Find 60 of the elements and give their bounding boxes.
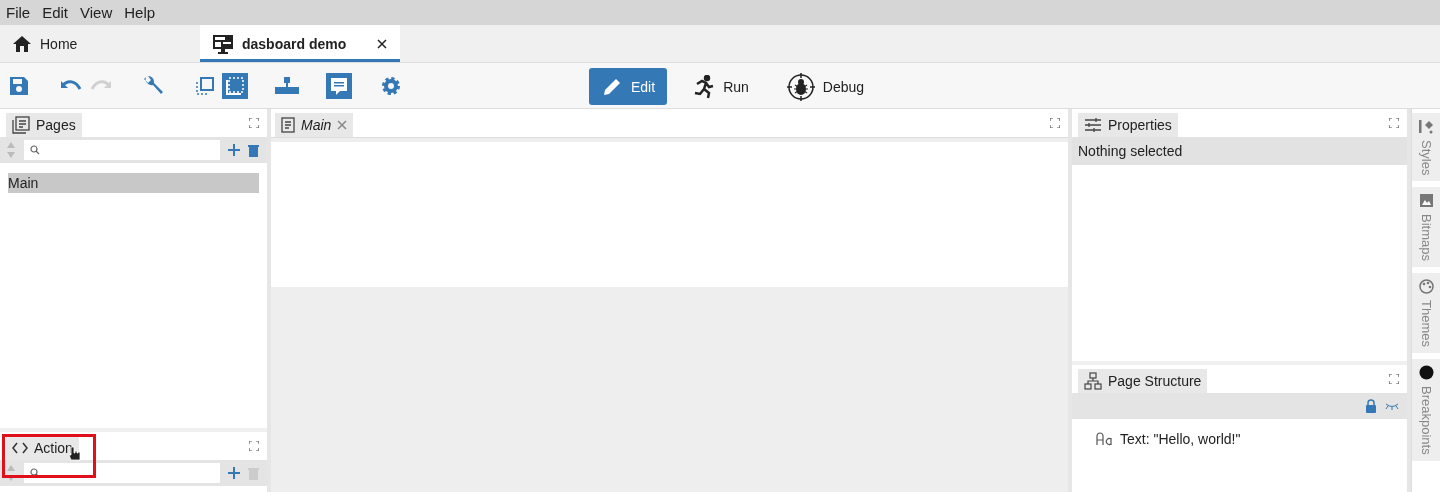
selection-frame-button[interactable]: [222, 72, 248, 99]
pages-icon: [12, 116, 30, 134]
maximize-icon[interactable]: [1389, 118, 1399, 128]
monitor-icon: [212, 33, 234, 54]
code-icon: [12, 442, 28, 454]
search-icon: [30, 145, 40, 155]
panel-title: Properties: [1108, 117, 1172, 133]
page-icon: [281, 117, 295, 133]
status-message: Nothing selected: [1072, 137, 1407, 165]
menu-item[interactable]: Edit: [42, 4, 69, 21]
mode-button[interactable]: Debug: [774, 68, 877, 105]
list-item[interactable]: Main: [8, 173, 259, 193]
maximize-icon[interactable]: [249, 441, 259, 451]
tree-item[interactable]: Text: "Hello, world!": [1120, 431, 1241, 447]
panel-title: Action: [34, 440, 73, 456]
panel-tab[interactable]: Page Structure: [1078, 369, 1208, 393]
text-type-icon: [1096, 432, 1114, 446]
maximize-icon[interactable]: [249, 118, 259, 128]
panel-title: Pages: [36, 117, 76, 133]
home-icon: [12, 34, 32, 53]
selection-frame-icon: [226, 76, 244, 95]
panel-tab[interactable]: Pages: [6, 113, 82, 137]
delete-icon[interactable]: [248, 143, 259, 157]
tab[interactable]: dasboard demo: [200, 25, 400, 62]
panel-title: Page Structure: [1108, 373, 1202, 389]
tab[interactable]: Home: [0, 25, 200, 62]
hierarchy-icon: [275, 76, 299, 95]
maximize-icon[interactable]: [1389, 374, 1399, 384]
search-field[interactable]: [24, 140, 220, 160]
menu-item[interactable]: View: [80, 4, 113, 21]
maximize-icon[interactable]: [1050, 118, 1060, 128]
search-icon: [30, 468, 40, 478]
mode-button[interactable]: Edit: [589, 68, 668, 105]
lock-icon[interactable]: [1365, 399, 1377, 413]
save-icon: [9, 75, 29, 96]
bug-target-icon: [786, 72, 815, 101]
wrench-icon: [142, 74, 164, 97]
palette-icon: [1418, 279, 1434, 295]
comment-button[interactable]: [326, 72, 352, 99]
tree-icon: [1084, 372, 1102, 390]
menu-item[interactable]: Help: [124, 4, 156, 21]
add-icon[interactable]: [228, 467, 240, 479]
editor-tab[interactable]: Main: [275, 113, 354, 137]
dot-icon: [1418, 365, 1434, 381]
running-figure-icon: [693, 74, 716, 99]
selection-outline-icon: [196, 76, 214, 95]
search-field[interactable]: [24, 463, 220, 483]
sort-icon: [6, 141, 16, 159]
sliders-icon: [1084, 117, 1102, 133]
panel-tab[interactable]: Properties: [1078, 113, 1178, 137]
comment-icon: [329, 75, 349, 96]
sort-icon: [6, 464, 16, 482]
close-icon[interactable]: [376, 37, 388, 50]
editor-tab-title: Main: [301, 117, 332, 133]
image-icon: [1418, 193, 1434, 209]
mode-button[interactable]: Run: [681, 68, 761, 105]
add-icon[interactable]: [228, 144, 240, 156]
menu-item[interactable]: File: [6, 4, 31, 21]
hidden-eye-icon[interactable]: [1385, 402, 1399, 410]
settings-icon: [381, 75, 401, 96]
